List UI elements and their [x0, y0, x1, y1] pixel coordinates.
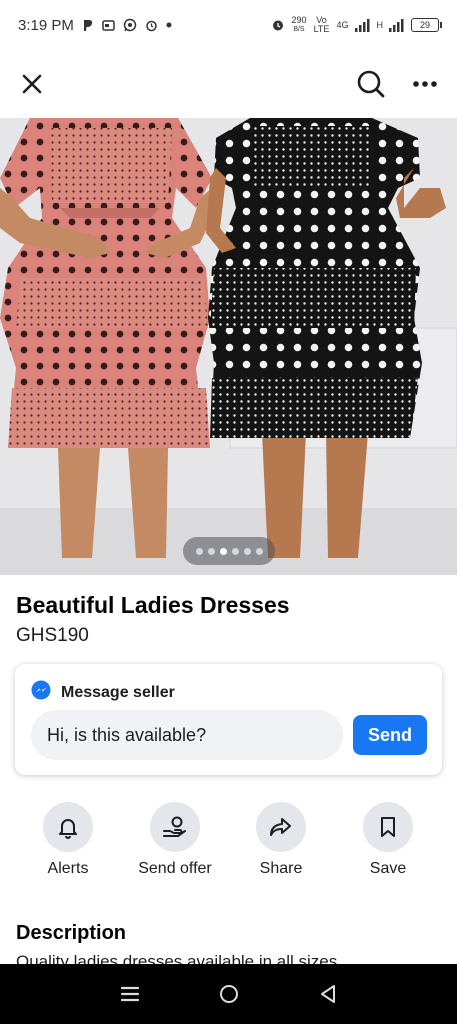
close-icon[interactable] [16, 68, 48, 100]
share-icon [256, 802, 306, 852]
alarm-icon [145, 19, 158, 32]
carousel-dot-active [219, 547, 227, 555]
send-offer-button[interactable]: Send offer [125, 802, 225, 878]
signal-icon [354, 18, 371, 32]
carousel-dot [231, 547, 239, 555]
paypal-icon [82, 19, 94, 32]
whatsapp-icon [123, 18, 137, 32]
bell-icon [43, 802, 93, 852]
status-time: 3:19 PM [18, 16, 74, 34]
carousel-indicator [183, 537, 275, 565]
share-label: Share [259, 860, 303, 877]
home-icon[interactable] [209, 974, 249, 1014]
offer-icon [150, 802, 200, 852]
volte-indicator: Vo LTE [313, 15, 330, 34]
carousel-dot [207, 547, 215, 555]
carousel-dot [255, 547, 263, 555]
system-nav-bar [0, 964, 457, 1024]
back-icon[interactable] [308, 974, 348, 1014]
signal-label: H [376, 20, 384, 30]
recents-icon[interactable] [110, 974, 150, 1014]
send-offer-label: Send offer [138, 860, 212, 877]
battery-icon: 29 [411, 18, 442, 32]
top-bar [0, 58, 457, 110]
listing-image[interactable] [0, 118, 457, 575]
listing-price: GHS190 [16, 625, 89, 646]
search-icon[interactable] [355, 68, 387, 100]
network-type: 4G [336, 20, 349, 30]
save-label: Save [369, 860, 407, 877]
share-button[interactable]: Share [231, 802, 331, 878]
description-title: Description [16, 922, 127, 944]
carousel-dot [195, 547, 203, 555]
alerts-button[interactable]: Alerts [18, 802, 118, 878]
messenger-icon [31, 680, 51, 705]
action-row: Alerts Send offer Share Save [0, 802, 457, 882]
dot-icon [166, 22, 172, 28]
alarm-icon [271, 18, 285, 32]
network-speed: 290 B/S [291, 15, 307, 34]
listing-title: Beautiful Ladies Dresses [16, 592, 290, 618]
bookmark-icon [363, 802, 413, 852]
message-seller-header: Message seller [31, 680, 175, 705]
more-icon[interactable] [409, 68, 441, 100]
send-button[interactable]: Send [353, 715, 427, 755]
alerts-label: Alerts [47, 860, 89, 877]
save-button[interactable]: Save [338, 802, 438, 878]
message-input[interactable]: Hi, is this available? [31, 710, 343, 760]
carousel-dot [243, 547, 251, 555]
office-icon [102, 19, 115, 32]
signal-icon [389, 18, 405, 32]
message-seller-card: Message seller Hi, is this available? Se… [15, 664, 442, 775]
message-seller-label: Message seller [61, 683, 175, 701]
status-bar: 3:19 PM 290 B/S Vo LTE 4G H 29 [0, 0, 457, 50]
